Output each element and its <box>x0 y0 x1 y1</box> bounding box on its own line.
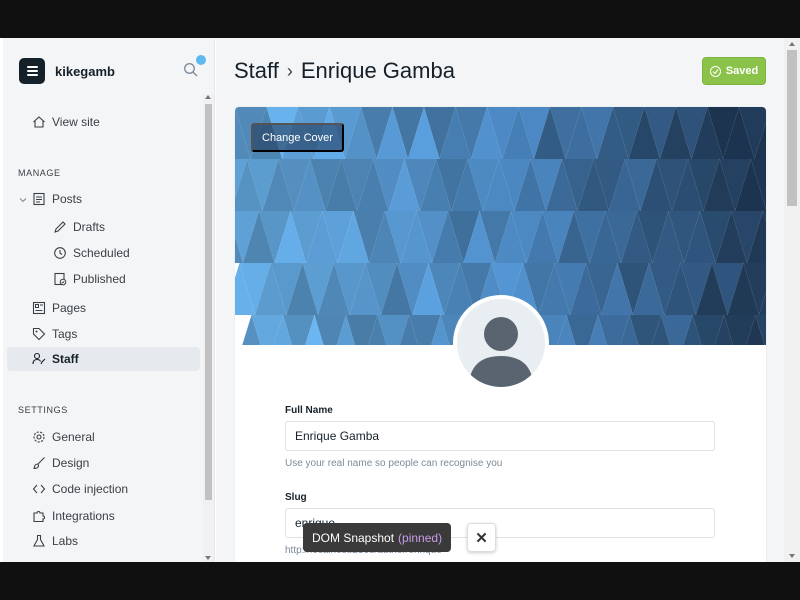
breadcrumb-separator-icon: › <box>286 60 293 81</box>
page-title: Enrique Gamba <box>300 58 455 83</box>
saved-button[interactable]: Saved <box>702 57 766 85</box>
sidebar-item-label: Labs <box>52 534 79 548</box>
brand[interactable]: kikegamb <box>19 58 115 84</box>
change-cover-button[interactable]: Change Cover <box>251 123 344 152</box>
sidebar-item-label: Code injection <box>52 482 129 496</box>
sidebar-item-drafts[interactable]: Drafts <box>7 215 200 239</box>
scrollbar-thumb[interactable] <box>787 50 797 206</box>
sidebar-item-label: Scheduled <box>73 246 130 260</box>
sidebar-item-label: Pages <box>52 301 87 315</box>
dom-snapshot-toast: DOM Snapshot (pinned) <box>303 523 452 552</box>
published-icon <box>52 272 67 287</box>
posts-icon <box>31 192 46 207</box>
site-name: kikegamb <box>55 63 115 79</box>
sidebar-item-integrations[interactable]: Integrations <box>7 504 200 528</box>
main-content: Staff › Enrique Gamba Saved Change Cover <box>216 38 784 562</box>
sidebar-item-posts[interactable]: Posts <box>7 187 200 211</box>
full-name-input[interactable]: Enrique Gamba <box>285 421 715 451</box>
slug-label: Slug <box>285 492 307 503</box>
notification-dot[interactable] <box>194 53 208 67</box>
sidebar-item-view-site[interactable]: View site <box>7 110 200 134</box>
main-scrollbar[interactable] <box>784 38 800 562</box>
sidebar-item-scheduled[interactable]: Scheduled <box>7 241 200 265</box>
avatar[interactable] <box>453 295 549 391</box>
sidebar-item-design[interactable]: Design <box>7 451 200 475</box>
scroll-up-arrow-icon[interactable] <box>205 95 211 99</box>
section-label-settings: SETTINGS <box>18 405 68 415</box>
toast-pinned-status: (pinned) <box>398 530 443 545</box>
scroll-down-arrow-icon[interactable] <box>205 556 211 560</box>
breadcrumb: Staff › Enrique Gamba <box>234 58 455 84</box>
sidebar-item-label: Published <box>73 272 126 286</box>
sidebar-item-labs[interactable]: Labs <box>7 529 200 553</box>
breadcrumb-staff-link[interactable]: Staff <box>234 58 279 84</box>
sidebar-item-label: Posts <box>52 192 83 206</box>
user-placeholder-icon <box>457 299 545 387</box>
sidebar-item-published[interactable]: Published <box>7 267 200 291</box>
puzzle-icon <box>31 509 46 524</box>
sidebar-item-label: Drafts <box>73 220 106 234</box>
profile-card: Change Cover Full Name Enrique Gamba Use… <box>235 107 766 562</box>
sidebar-item-label: Design <box>52 456 90 470</box>
code-icon <box>31 482 46 497</box>
sidebar: kikegamb View site MANAGE Posts Drafts S… <box>3 38 215 562</box>
screen-letterbox-top <box>0 0 800 38</box>
sidebar-item-code-injection[interactable]: Code injection <box>7 477 200 501</box>
clock-icon <box>52 246 67 261</box>
staff-icon <box>31 352 46 367</box>
sidebar-scrollbar[interactable] <box>203 94 214 562</box>
full-name-label: Full Name <box>285 405 333 416</box>
scrollbar-thumb[interactable] <box>205 104 212 500</box>
app-window: kikegamb View site MANAGE Posts Drafts S… <box>0 38 800 562</box>
tag-icon <box>31 327 46 342</box>
flask-icon <box>31 534 46 549</box>
pencil-icon <box>52 220 67 235</box>
sidebar-item-tags[interactable]: Tags <box>7 322 200 346</box>
sidebar-item-label: Staff <box>52 352 79 366</box>
full-name-hint: Use your real name so people can recogni… <box>285 458 503 469</box>
gear-icon <box>31 430 46 445</box>
sidebar-item-pages[interactable]: Pages <box>7 296 200 320</box>
scroll-down-arrow-icon[interactable] <box>789 554 795 558</box>
saved-button-label: Saved <box>725 65 759 77</box>
section-label-manage: MANAGE <box>18 168 61 178</box>
toast-text: DOM Snapshot <box>312 530 395 545</box>
brush-icon <box>31 456 46 471</box>
sidebar-item-label: General <box>52 430 95 444</box>
site-logo-icon <box>19 58 45 84</box>
sidebar-item-label: Tags <box>52 327 78 341</box>
sidebar-item-label: View site <box>52 115 100 129</box>
sidebar-item-label: Integrations <box>52 509 115 523</box>
home-icon <box>31 115 46 130</box>
pages-icon <box>31 301 46 316</box>
close-icon[interactable]: ✕ <box>467 523 496 552</box>
screen-letterbox-bottom <box>0 562 800 600</box>
sidebar-item-staff[interactable]: Staff <box>7 347 200 371</box>
sidebar-item-general[interactable]: General <box>7 425 200 449</box>
scroll-up-arrow-icon[interactable] <box>789 42 795 46</box>
check-circle-icon <box>709 65 721 77</box>
